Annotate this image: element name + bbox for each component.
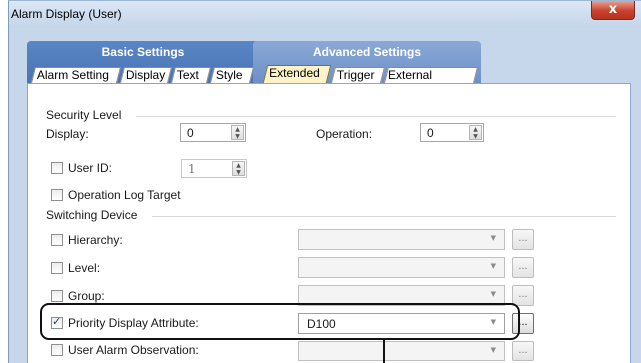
- tab-trigger[interactable]: Trigger: [331, 67, 385, 83]
- chevron-down-icon: ▼: [490, 290, 496, 298]
- operation-log-checkbox[interactable]: [51, 189, 63, 201]
- user-id-value: 1: [188, 162, 196, 176]
- tab-external-output[interactable]: External Output: [384, 67, 478, 97]
- hierarchy-browse-button[interactable]: ...: [512, 229, 534, 250]
- title-bar: Alarm Display (User) x: [9, 1, 641, 27]
- group-label: Group:: [68, 289, 105, 303]
- security-level-heading: Security Level: [46, 108, 122, 122]
- operation-level-stepper[interactable]: 0 ▲ ▼: [420, 123, 484, 142]
- user-alarm-observation-label: User Alarm Observation:: [68, 343, 199, 357]
- close-button[interactable]: x: [591, 1, 635, 20]
- user-id-checkbox[interactable]: [51, 162, 63, 174]
- section-divider: [152, 216, 616, 217]
- chevron-down-icon: ▼: [490, 346, 496, 354]
- operation-label: Operation:: [316, 127, 373, 141]
- level-browse-button[interactable]: ...: [512, 257, 534, 278]
- hierarchy-device-select[interactable]: ▼: [298, 229, 505, 250]
- section-divider: [136, 116, 616, 117]
- basic-settings-group: Basic Settings Alarm Setting Display Tex…: [27, 41, 259, 83]
- display-level-stepper[interactable]: 0 ▲ ▼: [180, 123, 246, 142]
- spin-up-down-icon[interactable]: ▲ ▼: [469, 125, 482, 140]
- tab-style[interactable]: Style: [210, 67, 254, 83]
- basic-settings-label: Basic Settings: [101, 45, 185, 59]
- spin-up-down-icon[interactable]: ▲ ▼: [232, 161, 245, 176]
- operation-level-value: 0: [427, 126, 434, 140]
- group-browse-button[interactable]: ...: [512, 285, 534, 306]
- level-device-select[interactable]: ▼: [298, 257, 505, 278]
- switching-device-heading: Switching Device: [46, 208, 138, 222]
- user-id-label: User ID:: [68, 161, 113, 175]
- display-level-value: 0: [187, 126, 194, 140]
- advanced-settings-group: Advanced Settings Extended Trigger Exter…: [253, 41, 481, 97]
- tab-alarm-setting[interactable]: Alarm Setting: [31, 67, 121, 83]
- tab-text[interactable]: Text: [171, 67, 211, 83]
- chevron-down-icon: ▼: [490, 262, 496, 270]
- user-alarm-observation-browse-button[interactable]: ...: [512, 341, 534, 361]
- user-alarm-observation-checkbox[interactable]: [51, 344, 63, 356]
- highlight-callout: [40, 303, 520, 340]
- window-title: Alarm Display (User): [11, 7, 122, 21]
- display-label: Display:: [46, 127, 89, 141]
- group-checkbox[interactable]: [51, 290, 63, 302]
- operation-log-label: Operation Log Target: [68, 188, 181, 202]
- chevron-down-icon: ▼: [490, 234, 496, 242]
- tab-extended[interactable]: Extended: [262, 65, 332, 83]
- tab-display[interactable]: Display: [120, 67, 172, 83]
- callout-leader-line: [383, 340, 385, 363]
- close-icon: x: [608, 2, 618, 17]
- hierarchy-checkbox[interactable]: [51, 234, 63, 246]
- level-checkbox[interactable]: [51, 262, 63, 274]
- user-alarm-observation-select[interactable]: ▼: [298, 341, 505, 361]
- spin-up-down-icon[interactable]: ▲ ▼: [231, 125, 244, 140]
- hierarchy-label: Hierarchy:: [68, 233, 123, 247]
- level-label: Level:: [68, 261, 101, 275]
- advanced-settings-label: Advanced Settings: [312, 45, 422, 59]
- user-id-stepper[interactable]: 1 ▲ ▼: [181, 159, 247, 178]
